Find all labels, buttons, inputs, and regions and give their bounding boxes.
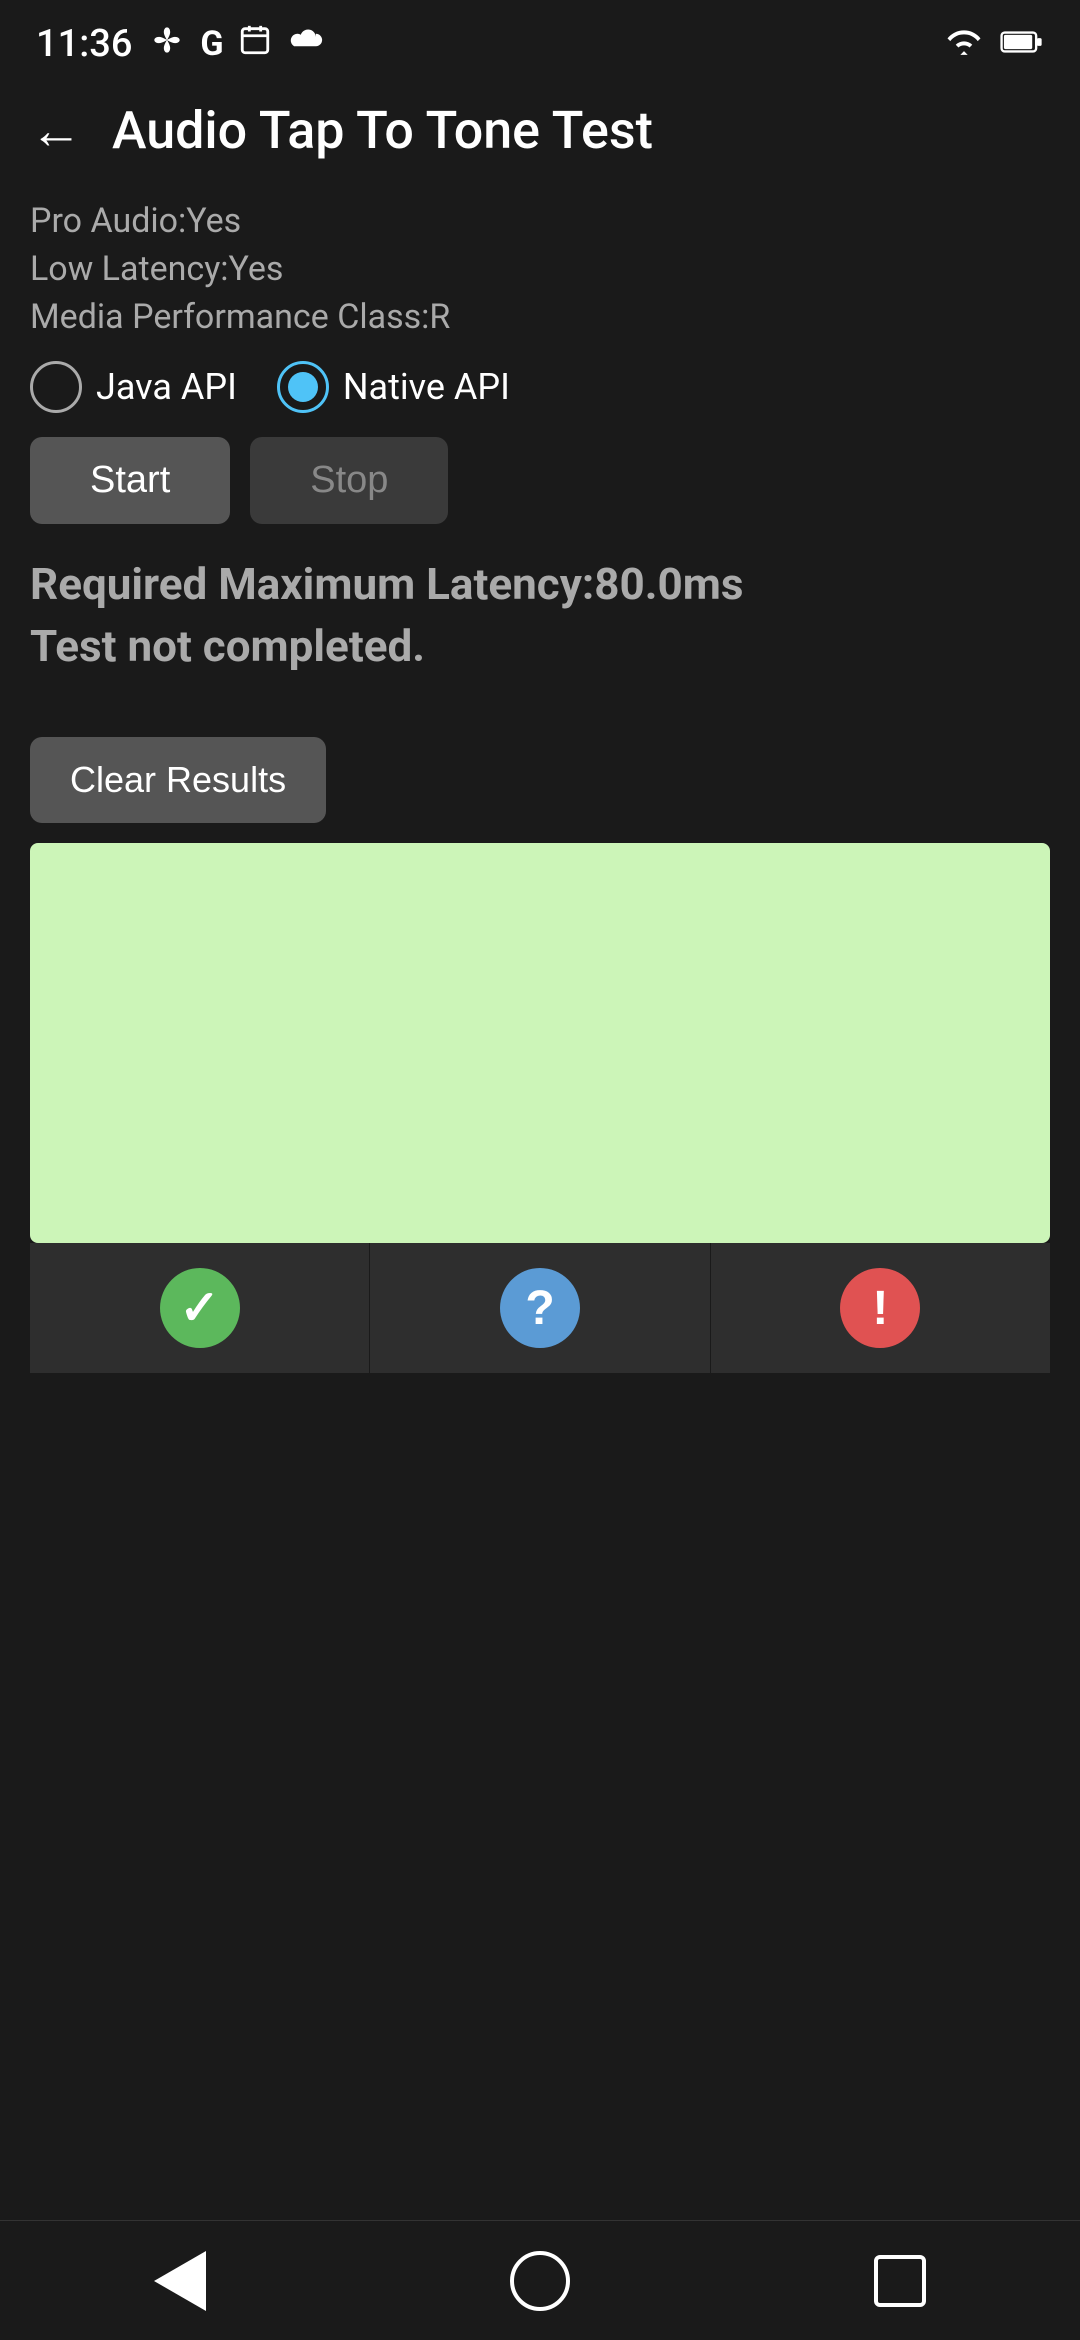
java-api-label: Java API: [96, 366, 237, 408]
back-nav-icon: [154, 2251, 206, 2311]
status-time: 11:36: [36, 22, 132, 66]
fail-status-button[interactable]: !: [710, 1243, 1050, 1373]
status-icon-bar: ✓ ? !: [30, 1243, 1050, 1373]
pass-status-button[interactable]: ✓: [30, 1243, 370, 1373]
pro-audio-label: Pro Audio:Yes: [30, 201, 1050, 241]
start-button[interactable]: Start: [30, 437, 230, 524]
media-perf-label: Media Performance Class:R: [30, 297, 1050, 337]
warning-icon: !: [840, 1268, 920, 1348]
cloud-icon: [286, 26, 324, 62]
nav-back-button[interactable]: [140, 2241, 220, 2321]
status-bar: 11:36 G: [0, 0, 1080, 80]
battery-icon: [1000, 25, 1044, 63]
java-api-option[interactable]: Java API: [30, 361, 237, 413]
native-api-label: Native API: [343, 366, 510, 408]
nav-recent-button[interactable]: [860, 2241, 940, 2321]
top-nav: ← Audio Tap To Tone Test: [0, 80, 1080, 181]
home-nav-icon: [510, 2251, 570, 2311]
result-text: Required Maximum Latency:80.0ms Test not…: [30, 554, 1050, 677]
page-title: Audio Tap To Tone Test: [112, 100, 653, 161]
question-icon: ?: [500, 1268, 580, 1348]
google-icon: G: [200, 24, 223, 64]
calendar-icon: [238, 23, 272, 65]
check-icon: ✓: [180, 1280, 220, 1336]
pass-icon: ✓: [160, 1268, 240, 1348]
main-content: Pro Audio:Yes Low Latency:Yes Media Perf…: [0, 181, 1080, 1393]
result-line-1: Required Maximum Latency:80.0ms: [30, 554, 1050, 616]
bottom-nav-bar: [0, 2220, 1080, 2340]
action-button-row: Start Stop: [30, 437, 1050, 524]
native-api-option[interactable]: Native API: [277, 361, 510, 413]
status-right: [942, 25, 1044, 63]
green-result-panel: [30, 843, 1050, 1243]
stop-button[interactable]: Stop: [250, 437, 448, 524]
unknown-status-button[interactable]: ?: [370, 1243, 709, 1373]
status-icons: G: [148, 21, 323, 67]
api-radio-group: Java API Native API: [30, 361, 1050, 413]
status-left: 11:36 G: [36, 21, 324, 67]
wifi-icon: [942, 25, 986, 63]
native-api-radio-inner: [288, 372, 318, 402]
low-latency-label: Low Latency:Yes: [30, 249, 1050, 289]
question-mark-icon: ?: [525, 1281, 554, 1336]
result-line-2: Test not completed.: [30, 616, 1050, 678]
back-button[interactable]: ←: [30, 105, 82, 157]
clear-results-button[interactable]: Clear Results: [30, 737, 326, 823]
recent-nav-icon: [874, 2255, 926, 2307]
fan-icon: [148, 21, 186, 67]
nav-home-button[interactable]: [500, 2241, 580, 2321]
java-api-radio[interactable]: [30, 361, 82, 413]
native-api-radio[interactable]: [277, 361, 329, 413]
exclamation-icon: !: [872, 1281, 888, 1336]
